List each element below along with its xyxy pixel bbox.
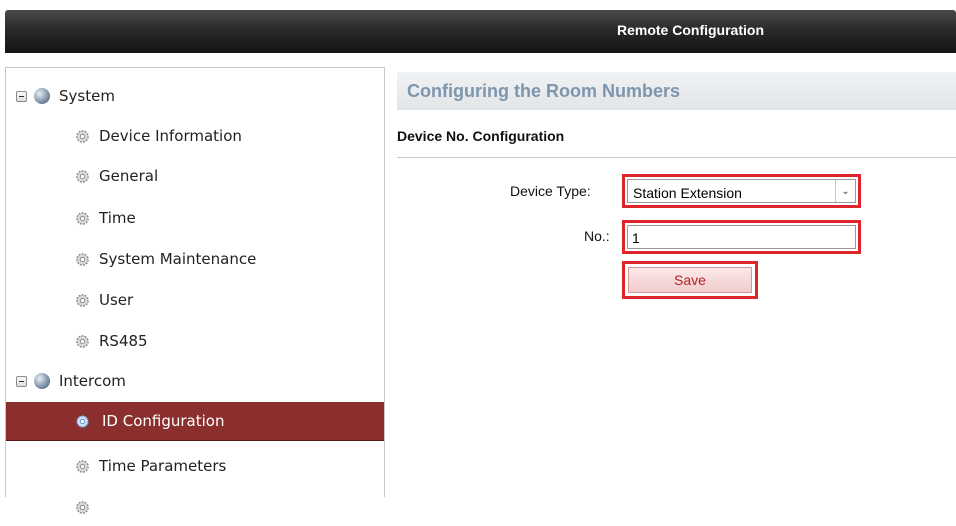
page-title: Configuring the Room Numbers — [407, 81, 680, 101]
tree-item-label: RS485 — [99, 332, 148, 350]
title-bar: Remote Configuration — [5, 10, 956, 53]
globe-icon — [34, 373, 50, 389]
gear-icon — [75, 500, 90, 515]
tree-item-label: General — [99, 167, 159, 185]
tree-group-label: System — [59, 87, 115, 105]
gear-icon — [75, 169, 90, 184]
gear-icon — [75, 129, 90, 144]
save-button-highlight: Save — [622, 261, 758, 299]
globe-icon — [34, 88, 50, 104]
tree-item-time-parameters[interactable]: Time Parameters — [6, 447, 384, 485]
chevron-down-icon[interactable]: ⌄ — [835, 180, 855, 202]
gear-icon — [75, 334, 90, 349]
device-type-select-inner[interactable]: Station Extension ⌄ — [627, 179, 856, 203]
tree-item-label: Time — [99, 209, 136, 227]
tree-item-label: System Maintenance — [99, 250, 257, 268]
divider — [397, 157, 956, 158]
no-label: No.: — [584, 228, 610, 244]
gear-icon — [75, 459, 90, 474]
gear-icon — [75, 211, 90, 226]
save-button[interactable]: Save — [628, 267, 752, 293]
collapse-icon[interactable] — [16, 375, 27, 387]
tree-item-rs485[interactable]: RS485 — [6, 322, 384, 360]
no-field[interactable]: 1 — [622, 220, 861, 254]
collapse-icon[interactable] — [16, 90, 27, 102]
gear-icon — [75, 293, 90, 308]
tree-item-label: User — [99, 291, 134, 309]
top-decoration — [0, 0, 956, 10]
tree-item-partial[interactable] — [6, 488, 384, 526]
tree-item-label: ID Configuration — [102, 412, 225, 430]
tree-group-system[interactable]: System — [6, 77, 384, 115]
tree-group-intercom[interactable]: Intercom — [6, 362, 384, 400]
tree-group-label: Intercom — [59, 372, 126, 390]
tree-item-id-configuration[interactable]: ID Configuration — [6, 402, 384, 441]
device-type-label: Device Type: — [510, 183, 591, 199]
tree-item-time[interactable]: Time — [6, 199, 384, 237]
section-title: Device No. Configuration — [397, 128, 565, 144]
window-title: Remote Configuration — [617, 22, 764, 38]
page-header: Configuring the Room Numbers — [397, 72, 956, 110]
no-input[interactable]: 1 — [627, 225, 856, 249]
gear-icon — [75, 414, 90, 429]
gear-icon — [75, 252, 90, 267]
device-type-value: Station Extension — [633, 185, 742, 201]
tree-item-system-maintenance[interactable]: System Maintenance — [6, 240, 384, 278]
tree-item-user[interactable]: User — [6, 281, 384, 319]
device-type-select[interactable]: Station Extension ⌄ — [622, 174, 861, 208]
tree-item-device-information[interactable]: Device Information — [6, 117, 384, 155]
tree-item-label: Time Parameters — [99, 457, 227, 475]
tree-item-label: Device Information — [99, 127, 242, 145]
tree-item-general[interactable]: General — [6, 157, 384, 195]
config-tree: System Device Information General Time S… — [5, 67, 385, 514]
